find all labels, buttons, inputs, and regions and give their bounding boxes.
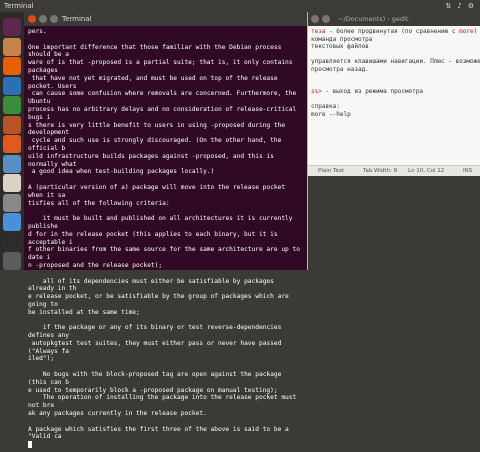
gedit-text: - более продвинутая (по сравнению с [325, 28, 460, 35]
terminal-line: be installed at the same time; [28, 308, 140, 316]
settings-icon[interactable] [3, 193, 21, 212]
terminal-icon[interactable] [3, 232, 21, 251]
terminal-line: all of its dependencies must either be s… [28, 277, 278, 293]
gedit-window[interactable]: ~/Documents) - gedit теза - более продви… [307, 12, 480, 270]
gedit-line: команда просмотра [311, 36, 478, 44]
terminal-line: d for in the release pocket (this applie… [28, 230, 282, 246]
terminal-line: n -proposed and the release pocket); [28, 261, 163, 269]
desktop-background [308, 176, 480, 270]
gedit-text-area[interactable]: теза - более продвинутая (по сравнению с… [308, 28, 480, 178]
gedit-keyword: теза [311, 28, 326, 35]
launcher [0, 12, 25, 270]
help-icon[interactable] [3, 154, 21, 173]
indicator-area[interactable]: ⇅ ♪ ⚙ [445, 0, 474, 12]
sound-icon[interactable]: ♪ [457, 0, 461, 12]
terminal-line: s there is very little benefit to users … [28, 121, 289, 137]
software-icon[interactable] [3, 135, 21, 153]
language-selector[interactable]: Plain Text [318, 166, 344, 176]
gedit-titlebar[interactable]: ~/Documents) - gedit [308, 12, 480, 26]
gedit-line [311, 51, 478, 59]
terminal-line: No bugs with the block-proposed tag are … [28, 371, 286, 386]
terminal-line: a good idea when test-building packages … [28, 168, 215, 176]
terminal-line: cycle and such use is strongly discourag… [28, 137, 286, 152]
terminal-line: ak any packages currently in the release… [28, 410, 207, 418]
insert-mode: INS [463, 168, 473, 174]
gedit-text: - выход из режима просмотра [321, 88, 423, 95]
close-icon[interactable] [311, 15, 319, 23]
terminal-line: f other binaries from the same source fo… [28, 246, 304, 262]
gedit-text: справка: [311, 103, 340, 110]
terminal-line: A package which satisfies the first thre… [28, 425, 293, 441]
gedit-line: просмотра назад. [311, 66, 478, 74]
terminal-line: if the package or any of its binary or t… [28, 324, 286, 340]
terminal-line: process has no arbitrary delays and no c… [28, 105, 300, 121]
gedit-text: просмотра назад. [311, 65, 369, 73]
gedit-keyword: ss> [311, 88, 322, 95]
minimize-icon[interactable] [39, 15, 47, 23]
terminal-line: autopkgtest test suites, they must eithe… [28, 339, 286, 355]
trash-icon[interactable] [3, 252, 21, 270]
firefox-icon[interactable] [3, 57, 21, 75]
terminal-line: can cause some confusion where removals … [28, 90, 300, 106]
gedit-line: more --help [311, 111, 478, 119]
tab-width-selector[interactable]: Tab Width: 8 [363, 166, 397, 176]
terminal-title: Terminal [62, 15, 92, 23]
terminal-line: One important difference that those fami… [28, 43, 286, 59]
power-icon[interactable]: ⚙ [468, 0, 474, 12]
terminal-line: e release pocket, or be satisfiable by t… [28, 293, 293, 308]
terminal-line: uild infrastructure builds packages agai… [28, 152, 278, 168]
dash-icon[interactable] [3, 18, 21, 36]
cursor-position: Ln 10, Col 12 [408, 168, 445, 174]
gedit-line: справка: [311, 103, 478, 111]
terminal-window[interactable]: Terminal pers. One important difference … [24, 12, 307, 449]
gedit-line [311, 73, 478, 81]
gedit-text: управляется клавишами навигации. Плюс - … [311, 58, 480, 65]
gedit-keyword: more [459, 28, 474, 35]
maximize-icon[interactable] [50, 15, 58, 23]
close-icon[interactable] [28, 15, 36, 23]
terminal-line: it must be built and published on all ar… [28, 215, 297, 230]
gedit-line [311, 81, 478, 89]
terminal-line: ware of is that -proposed is a partial s… [28, 59, 297, 74]
gedit-text: ) [473, 28, 478, 35]
terminal-line: iled"); [28, 355, 55, 363]
gedit-line [311, 96, 478, 104]
gedit-line: ss> - выход из режима просмотра [311, 88, 478, 96]
gedit-line: текстовых файлов [311, 43, 478, 51]
gedit-statusbar: Plain Text Tab Width: 8 Ln 10, Col 12 IN… [308, 165, 480, 176]
gedit-line: управляется клавишами навигации. Плюс - … [311, 58, 480, 66]
minimize-icon[interactable] [322, 15, 330, 23]
top-panel: Terminal ⇅ ♪ ⚙ [0, 0, 480, 12]
impress-icon[interactable] [3, 115, 21, 134]
gedit-text: текстовых файлов [311, 43, 369, 50]
files-icon[interactable] [3, 37, 21, 56]
terminal-line: that have not yet migrated, and must be … [28, 74, 282, 90]
active-app-name: Terminal [4, 2, 34, 10]
terminal-line: The operation of installing the package … [28, 394, 300, 410]
terminal-titlebar[interactable]: Terminal [24, 12, 307, 26]
network-icon[interactable]: ⇅ [445, 0, 451, 12]
terminal-line: e used to temporarily block a -proposed … [28, 386, 278, 394]
text-editor-icon[interactable] [3, 213, 21, 231]
gedit-title: ~/Documents) - gedit [338, 15, 409, 23]
terminal-line: pers. [28, 28, 47, 35]
terminal-line: tisfies all of the following criteria: [28, 199, 170, 207]
gedit-text: more --help [311, 110, 351, 118]
terminal-cursor [28, 441, 32, 449]
amazon-icon[interactable] [3, 174, 21, 192]
terminal-output[interactable]: pers. One important difference that thos… [24, 26, 307, 452]
gedit-line: теза - более продвинутая (по сравнению с… [311, 28, 478, 36]
calc-icon[interactable] [3, 96, 21, 114]
gedit-text: команда просмотра [311, 35, 373, 43]
terminal-line: A (particular version of a) package will… [28, 183, 289, 199]
writer-icon[interactable] [3, 76, 21, 95]
